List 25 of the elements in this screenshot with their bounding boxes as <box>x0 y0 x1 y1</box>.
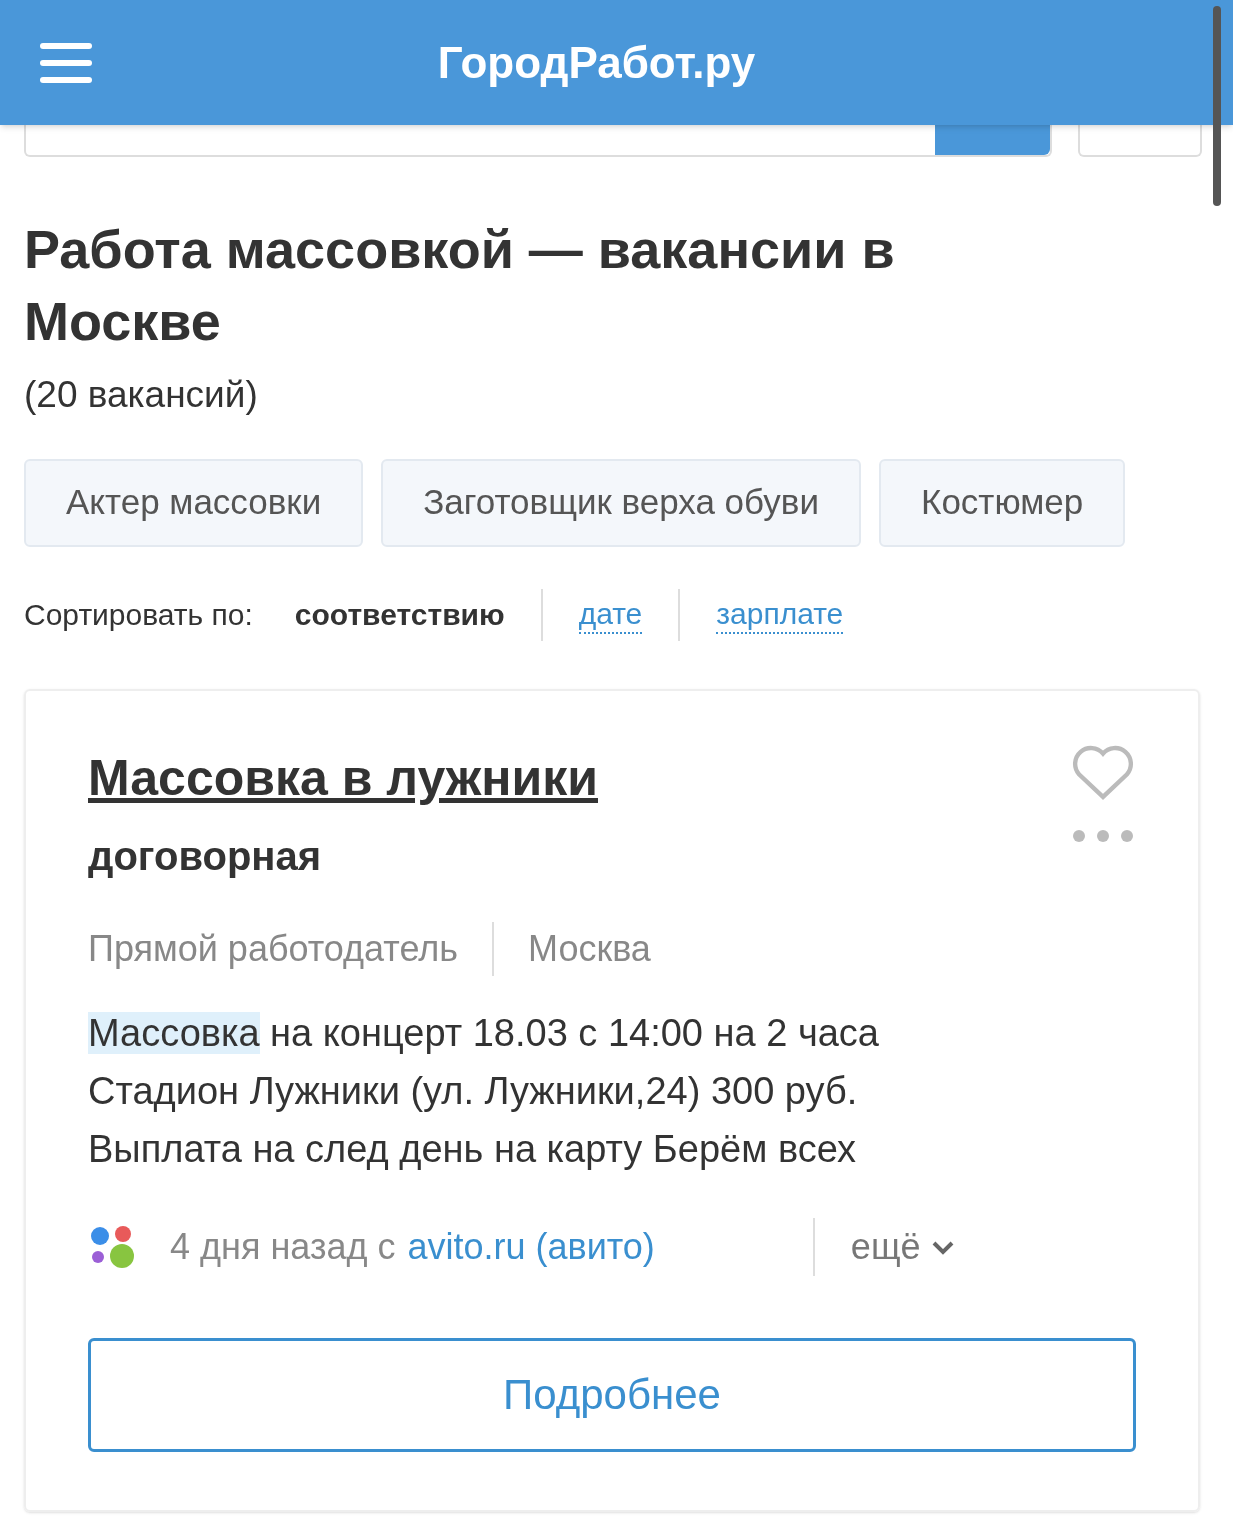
more-toggle[interactable]: ещё <box>850 1219 955 1274</box>
vacancy-description: Массовка на концерт 18.03 с 14:00 на 2 часа Стадион Лужники (ул. Лужники,24) 300 руб. Выплата на след день на карту Берём всех <box>88 1010 880 1172</box>
source-logo-icon <box>88 1223 136 1270</box>
search-button[interactable] <box>935 125 1050 155</box>
sort-option[interactable]: зарплате <box>716 595 844 634</box>
vacancy-count: (20 вакансий) <box>24 373 259 417</box>
page-title: Работа массовкой — вакансии в Москве <box>24 218 896 353</box>
sort-option[interactable]: дате <box>578 595 643 634</box>
site-logo[interactable]: ГородРабот.ру <box>437 29 756 96</box>
sort-option[interactable]: соответствию <box>294 592 505 637</box>
city-text: Москва <box>528 926 651 971</box>
sort-label: Сортировать по: <box>24 597 253 633</box>
menu-icon[interactable] <box>40 42 92 83</box>
employer-type: Прямой работодатель <box>88 926 458 971</box>
details-button[interactable]: Подробнее <box>88 1337 1136 1452</box>
posted-text: 4 дня назад с <box>170 1224 396 1269</box>
filter-button[interactable] <box>1078 125 1202 157</box>
tag-chip[interactable]: Заготовщик верха обуви <box>381 458 861 547</box>
tag-chip[interactable]: Актер массовки <box>24 458 364 547</box>
search-field[interactable] <box>24 125 1052 157</box>
source-link[interactable]: avito.ru (авито) <box>407 1219 655 1274</box>
vacancy-title-link[interactable]: Массовка в лужники <box>88 749 598 806</box>
more-dots-icon[interactable] <box>1072 828 1134 843</box>
salary-text: договорная <box>88 832 323 880</box>
tag-chip[interactable]: Костюмер <box>879 458 1126 547</box>
